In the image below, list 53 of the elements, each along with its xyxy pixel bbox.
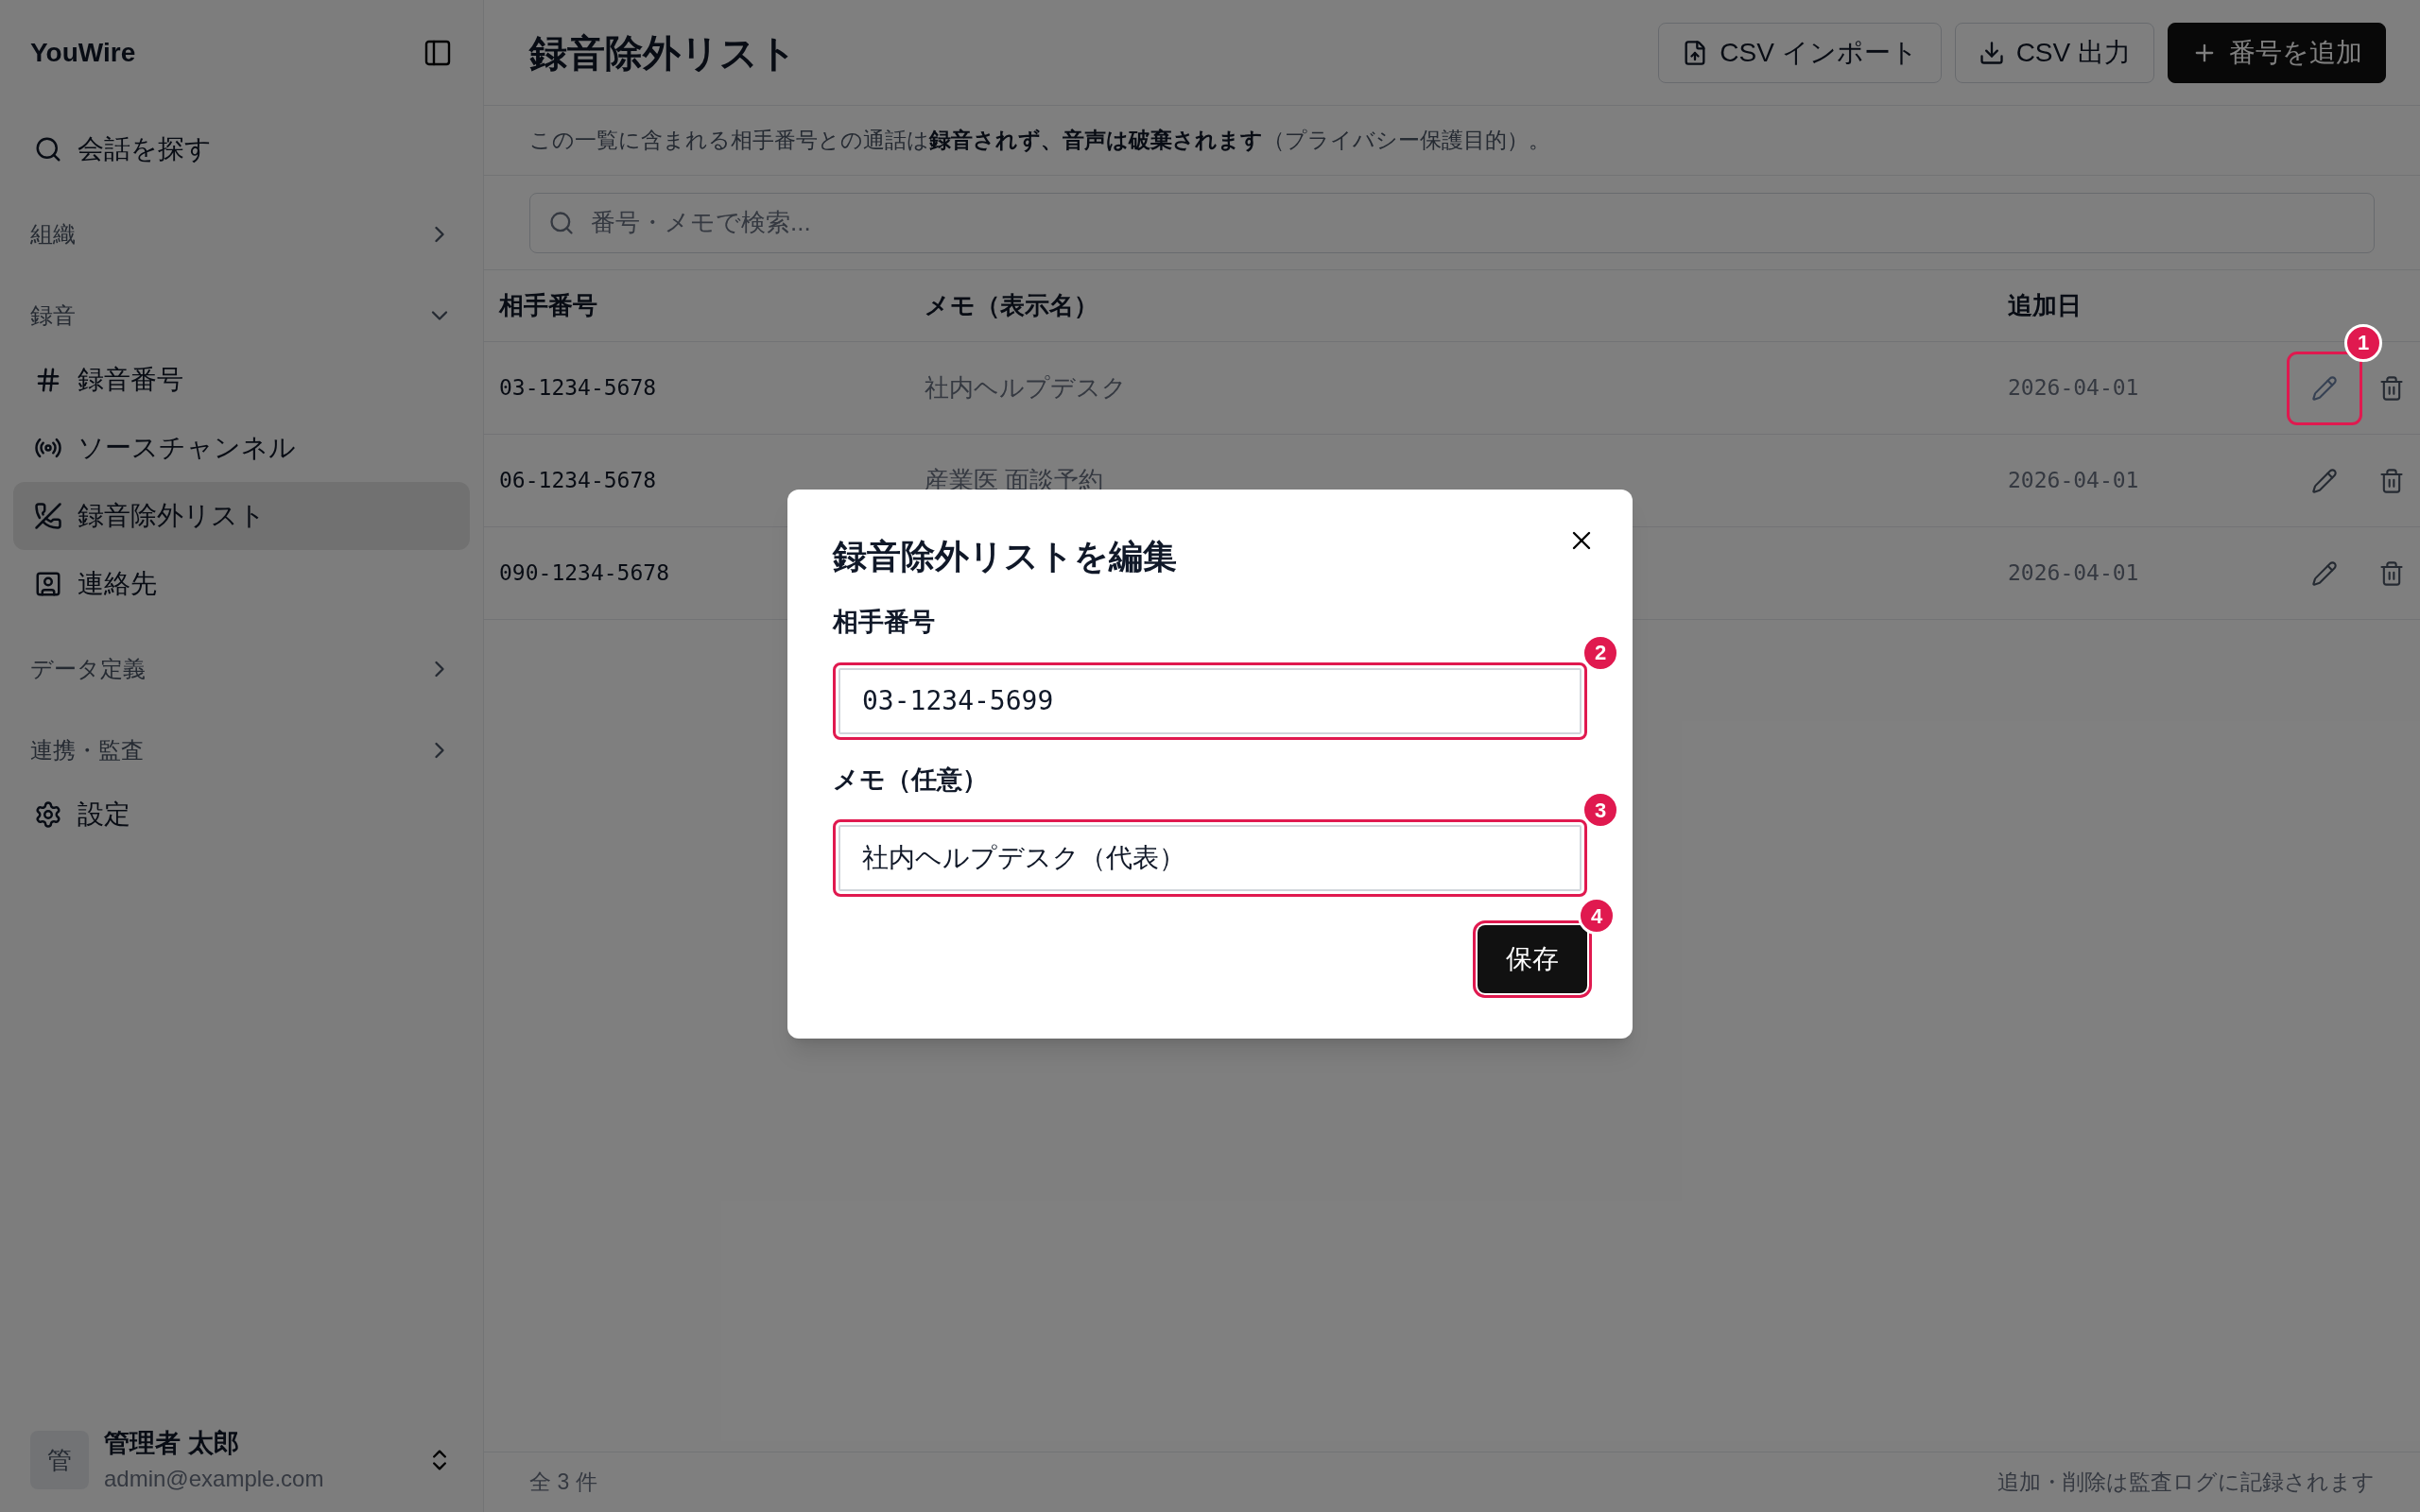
search-field[interactable]: 番号・メモで検索... [529, 192, 2375, 253]
phone-number-cell-text: 03-1234-5678 [499, 374, 658, 403]
user-email: admin@example.com [104, 1465, 325, 1494]
search-icon [548, 209, 575, 236]
column-header: 追加日 [2008, 290, 2083, 321]
date-cell-text: 2026-04-01 [2008, 559, 2140, 588]
brand-logo: YouWire [30, 37, 136, 69]
callout-badge: 1 [2344, 323, 2382, 362]
column-header: メモ（表示名） [925, 290, 1099, 321]
nav-item[interactable]: 設定 [13, 781, 470, 849]
field-label: メモ（任意） [833, 764, 989, 796]
nav-icon [34, 502, 62, 530]
column-header: 相手番号 [499, 290, 598, 321]
memo-cell: 社内ヘルプデスク [925, 373, 1127, 402]
pencil-icon [2311, 374, 2338, 402]
nav-icon [34, 570, 62, 598]
header-button[interactable]: 番号を追加 [2168, 22, 2386, 83]
button-icon [1978, 39, 2005, 66]
description-text: この一覧に含まれる相手番号との通話は録音されず、音声は破棄されます（プライバシー保護目的）。 [529, 127, 1550, 155]
nav-item[interactable]: 録音除外リスト [13, 482, 470, 550]
header-button[interactable]: CSV インポート [1658, 22, 1942, 83]
sidebar-toggle-icon[interactable] [423, 38, 453, 68]
date-cell-text: 2026-04-01 [2008, 467, 2140, 495]
dialog-title: 録音除外リストを編集 [833, 536, 1177, 577]
input-field[interactable]: 03-1234-5699 [833, 662, 1587, 740]
nav-item[interactable]: 録音番号 [13, 346, 470, 414]
delete-icon[interactable] [2378, 467, 2405, 494]
phone-number-cell-text: 06-1234-5678 [499, 467, 658, 495]
nav-icon [34, 135, 62, 163]
pencil-icon [2311, 467, 2338, 494]
page-title: 録音除外リスト [529, 30, 797, 76]
nav-group[interactable]: 組織 [0, 204, 483, 265]
user-avatar: 管 [30, 1431, 89, 1489]
delete-icon[interactable] [2378, 559, 2405, 587]
date-cell-text: 2026-04-01 [2008, 374, 2140, 403]
footer-note: 追加・削除は監査ログに記録されます [1997, 1469, 2375, 1497]
edit-button[interactable] [2290, 353, 2360, 422]
nav-group[interactable]: データ定義 [0, 639, 483, 699]
nav-item[interactable]: ソースチャンネル [13, 414, 470, 482]
nav-item[interactable]: 会話を探す [13, 115, 470, 183]
nav-item[interactable]: 連絡先 [13, 550, 470, 618]
pencil-icon [2311, 559, 2338, 587]
user-name: 管理者 太郎 [104, 1427, 240, 1459]
header-button[interactable]: CSV 出力 [1954, 22, 2154, 83]
callout-badge: 3 [1582, 791, 1619, 829]
delete-icon[interactable] [2378, 374, 2405, 402]
nav-group[interactable]: 録音 [0, 285, 483, 346]
nav-group[interactable]: 連携・監査 [0, 720, 483, 781]
callout-badge: 4 [1578, 897, 1616, 935]
row-count: 全 3 件 [529, 1469, 597, 1497]
nav-icon [34, 800, 62, 829]
input-field[interactable]: 社内ヘルプデスク（代表） [833, 819, 1587, 897]
field-label: 相手番号 [833, 607, 936, 638]
